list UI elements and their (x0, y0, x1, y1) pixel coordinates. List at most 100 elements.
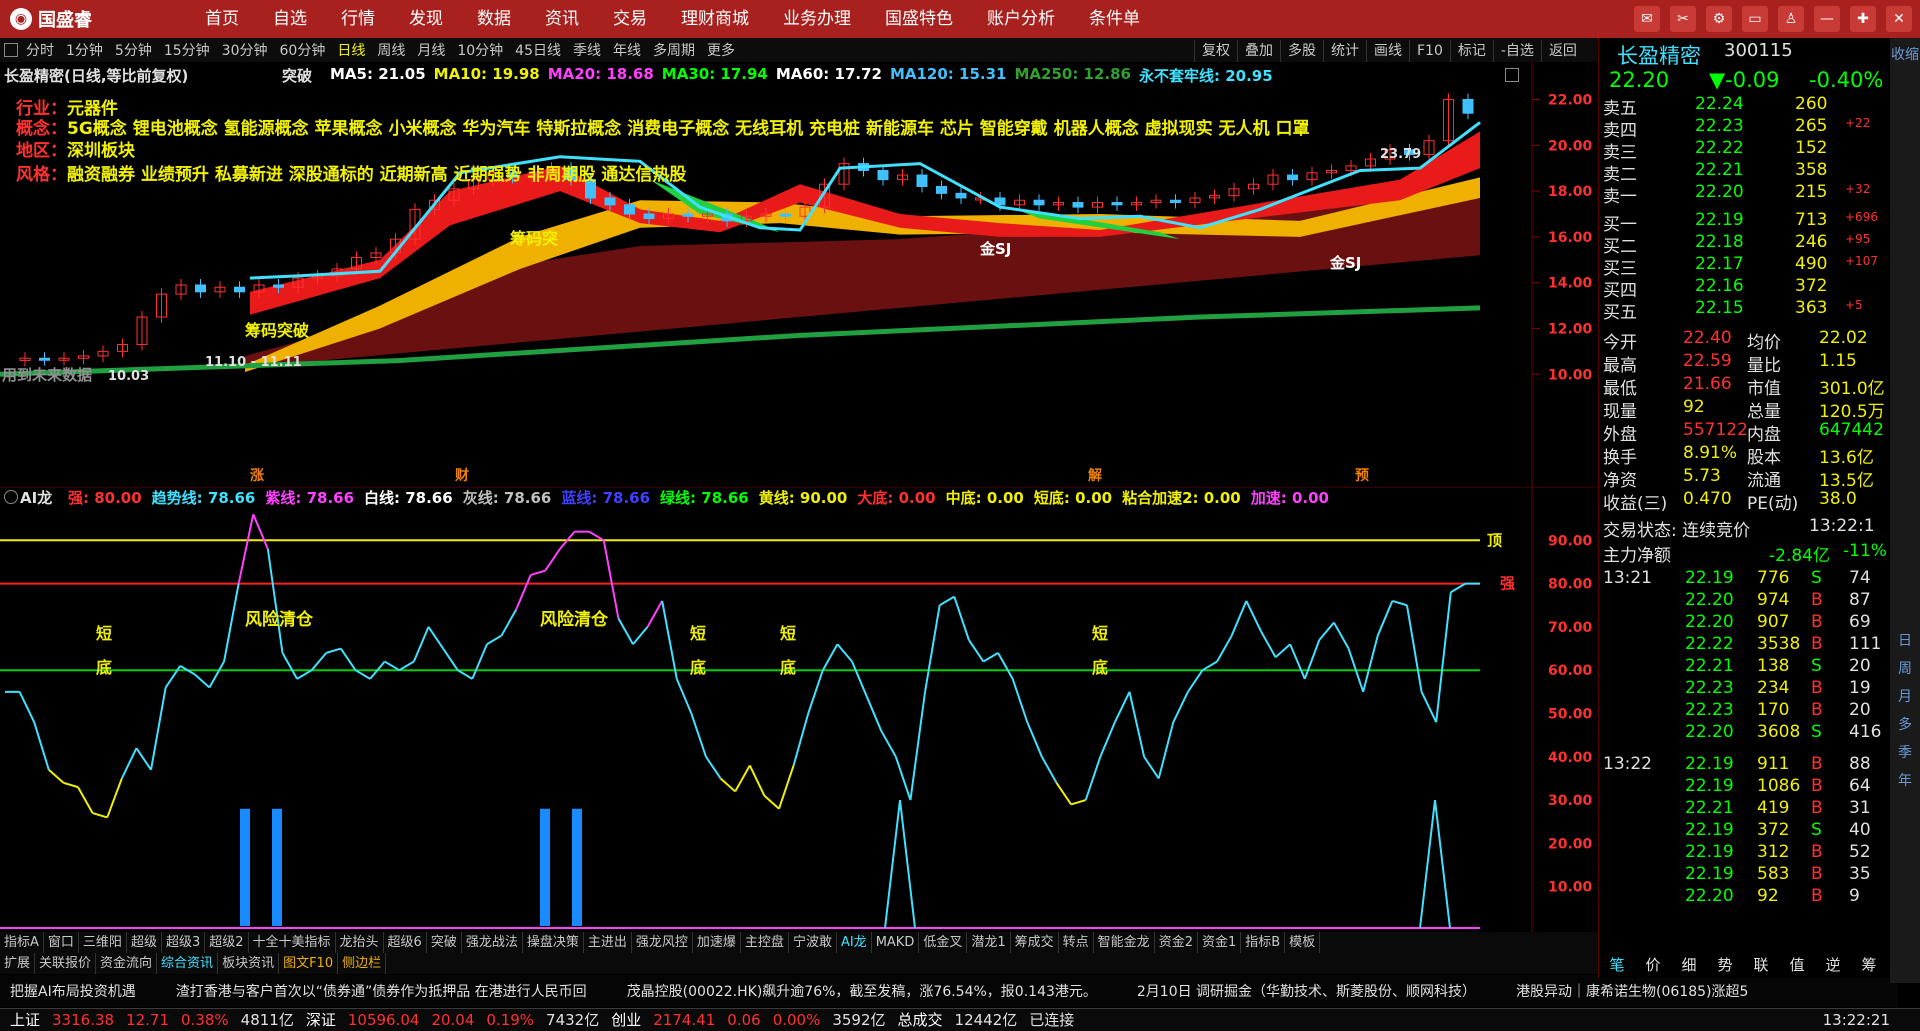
indicator-tab-2[interactable]: 三维阳 (79, 932, 127, 953)
news-right-tab-0[interactable]: 图文F10 (279, 953, 339, 974)
side-icon-1[interactable]: 日 (1890, 628, 1920, 654)
chart-toggle-icon[interactable] (1505, 68, 1519, 82)
news-right-tab-1[interactable]: 侧边栏 (338, 953, 387, 974)
indicator-tab-17[interactable]: AI龙 (837, 932, 872, 953)
tick-row-4[interactable]: 22.21 138 S 20 (1599, 656, 1887, 678)
indicator-tab-18[interactable]: MAKD (872, 932, 920, 953)
tick-row-7[interactable]: 22.20 3608 S 416 (1599, 722, 1887, 744)
indicator-tab-8[interactable]: 超级6 (384, 932, 427, 953)
chart-tool-5[interactable]: F10 (1409, 40, 1450, 62)
tick-row-9[interactable]: 22.19 1086 B 64 (1599, 776, 1887, 798)
period-tab-1[interactable]: 1分钟 (60, 40, 109, 62)
news-tab-3[interactable]: 综合资讯 (157, 953, 219, 974)
side-icon-3[interactable]: 月 (1890, 684, 1920, 710)
collapse-icon[interactable] (4, 43, 18, 57)
news-item-1[interactable]: 渣打香港与客户首次以“债券通”债券作为抵押品 在港进行人民币回 (176, 981, 587, 1001)
nav-item-0[interactable]: 首页 (188, 0, 256, 38)
nav-item-8[interactable]: 业务办理 (766, 0, 868, 38)
chart-tool-0[interactable]: 复权 (1194, 40, 1237, 62)
sell-row-3[interactable]: 卖二 22.21 358 (1599, 160, 1887, 185)
tick-row-0[interactable]: 13:21 22.19 776 S 74 (1599, 568, 1887, 590)
candle[interactable] (1072, 202, 1084, 208)
indicator-tab-12[interactable]: 主进出 (584, 932, 632, 953)
news-tab-0[interactable]: 扩展 (0, 953, 36, 974)
news-item-2[interactable]: 茂晶控股(00022.HK)飙升逾76%，截至发稿，涨76.54%，报0.143… (627, 981, 1097, 1001)
quote-tab-5[interactable]: 值 (1789, 954, 1804, 975)
indicator-tab-14[interactable]: 加速爆 (693, 932, 741, 953)
indicator-tab-15[interactable]: 主控盘 (741, 932, 789, 953)
side-icon-6[interactable]: 年 (1890, 768, 1920, 794)
side-icon-4[interactable]: 多 (1890, 712, 1920, 738)
indicator-tab-21[interactable]: 筹成交 (1011, 932, 1059, 953)
period-tab-2[interactable]: 5分钟 (109, 40, 158, 62)
quote-tab-3[interactable]: 势 (1717, 954, 1732, 975)
tick-row-3[interactable]: 22.22 3538 B 111 (1599, 634, 1887, 656)
sell-row-0[interactable]: 卖五 22.24 260 (1599, 94, 1887, 119)
sell-row-2[interactable]: 卖三 22.22 152 (1599, 138, 1887, 163)
sz-index[interactable]: 10596.04 (348, 1009, 420, 1031)
period-tab-4[interactable]: 30分钟 (216, 40, 274, 62)
buy-row-2[interactable]: 买三 22.17 490 +107 (1599, 254, 1887, 279)
screen-icon[interactable]: ▭ (1742, 6, 1768, 32)
stat-row-4[interactable]: 外盘 557122 内盘 647442 (1599, 420, 1887, 445)
net-flow-row[interactable]: 主力净额 -2.84亿 -11% (1599, 541, 1887, 566)
sell-row-1[interactable]: 卖四 22.23 265 +22 (1599, 116, 1887, 141)
tick-row-5[interactable]: 22.23 234 B 19 (1599, 678, 1887, 700)
tools-icon[interactable]: ✂ (1670, 6, 1696, 32)
tick-row-1[interactable]: 22.20 974 B 87 (1599, 590, 1887, 612)
period-tab-5[interactable]: 60分钟 (274, 40, 332, 62)
buy-row-0[interactable]: 买一 22.19 713 +696 (1599, 210, 1887, 235)
period-tab-14[interactable]: 更多 (701, 40, 741, 62)
news-item-0[interactable]: 把握AI布局投资机遇 (10, 981, 136, 1001)
period-tab-12[interactable]: 年线 (607, 40, 647, 62)
candle[interactable] (955, 192, 967, 199)
chart-tool-6[interactable]: 标记 (1449, 40, 1493, 62)
candle[interactable] (682, 213, 694, 217)
stat-row-7[interactable]: 收益(三) 0.470 PE(动) 38.0 (1599, 489, 1887, 514)
tick-row-12[interactable]: 22.19 312 B 52 (1599, 842, 1887, 864)
buy-row-4[interactable]: 买五 22.15 363 +5 (1599, 298, 1887, 323)
cy-index[interactable]: 2174.41 (653, 1009, 715, 1031)
nav-item-5[interactable]: 资讯 (528, 0, 596, 38)
tick-row-13[interactable]: 22.19 583 B 35 (1599, 864, 1887, 886)
indicator-tab-24[interactable]: 资金2 (1155, 932, 1198, 953)
indicator-tab-5[interactable]: 超级2 (205, 932, 249, 953)
nav-item-7[interactable]: 理财商城 (664, 0, 766, 38)
chart-tool-1[interactable]: 叠加 (1237, 40, 1280, 62)
period-tab-3[interactable]: 15分钟 (158, 40, 216, 62)
indicator-tab-20[interactable]: 潜龙1 (967, 932, 1011, 953)
stat-row-5[interactable]: 换手 8.91% 股本 13.6亿 (1599, 443, 1887, 468)
candle[interactable] (1287, 174, 1298, 181)
nav-item-9[interactable]: 国盛特色 (868, 0, 970, 38)
indicator-tab-22[interactable]: 转点 (1059, 932, 1094, 953)
news-tab-4[interactable]: 板块资讯 (218, 953, 280, 974)
quote-tab-7[interactable]: 筹 (1861, 954, 1876, 975)
nav-item-1[interactable]: 自选 (256, 0, 324, 38)
indicator-tab-19[interactable]: 低金叉 (919, 932, 968, 953)
indicator-chart[interactable]: 90.00 80.00 70.00 60.00 50.00 40.00 30.00 20.00… (0, 487, 1598, 932)
quote-tab-1[interactable]: 价 (1645, 954, 1660, 975)
indicator-tab-26[interactable]: 指标B (1241, 932, 1286, 953)
indicator-tab-9[interactable]: 突破 (427, 932, 462, 953)
indicator-tab-27[interactable]: 模板 (1285, 932, 1321, 953)
indicator-tab-25[interactable]: 资金1 (1198, 932, 1242, 953)
candle[interactable] (936, 186, 947, 194)
settings-icon[interactable]: ⚙ (1706, 6, 1732, 32)
shirt-icon[interactable]: ♙ (1778, 6, 1804, 32)
chat-icon[interactable]: ✉ (1634, 6, 1660, 32)
stat-row-1[interactable]: 最高 22.59 量比 1.15 (1599, 351, 1887, 376)
quote-header[interactable]: 长盈精密 300115 (1599, 40, 1887, 68)
tick-row-6[interactable]: 22.23 170 B 20 (1599, 700, 1887, 722)
tick-row-10[interactable]: 22.21 419 B 31 (1599, 798, 1887, 820)
period-tab-11[interactable]: 季线 (567, 40, 607, 62)
minimize-icon[interactable]: — (1814, 6, 1840, 32)
nav-item-6[interactable]: 交易 (596, 0, 664, 38)
stat-row-6[interactable]: 净资 5.73 流通 13.5亿 (1599, 466, 1887, 491)
candle[interactable] (624, 204, 635, 215)
indicator-tab-0[interactable]: 指标A (0, 932, 44, 953)
nav-item-10[interactable]: 账户分析 (970, 0, 1072, 38)
news-item-3[interactable]: 2月10日 调研掘金（华勤技术、斯菱股份、顺网科技） (1137, 981, 1476, 1001)
candle[interactable] (39, 357, 50, 361)
maximize-icon[interactable]: ✚ (1850, 6, 1876, 32)
candle[interactable] (1033, 199, 1045, 206)
